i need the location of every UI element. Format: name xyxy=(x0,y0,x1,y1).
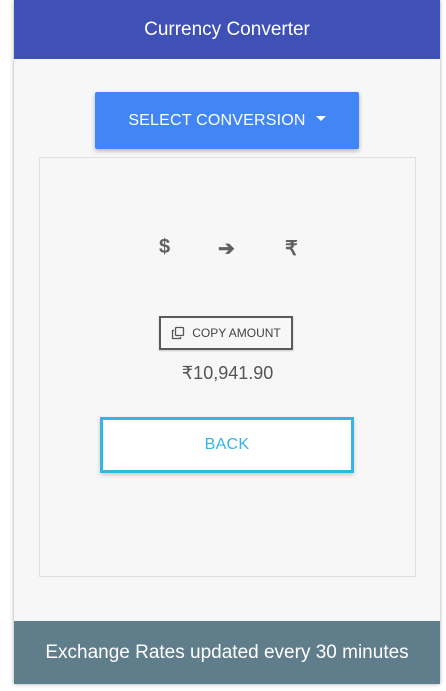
arrow-right-icon: ➔ xyxy=(218,238,235,260)
footer-text: Exchange Rates updated every 30 minutes xyxy=(45,641,409,663)
app-container: Currency Converter SELECT CONVERSION $ ➔… xyxy=(14,0,440,684)
app-footer: Exchange Rates updated every 30 minutes xyxy=(14,621,440,684)
copy-amount-label: COPY AMOUNT xyxy=(192,326,281,340)
copy-icon xyxy=(172,326,185,340)
converted-amount: ₹10,941.90 xyxy=(181,363,274,383)
rupee-icon: ₹ xyxy=(285,238,298,260)
back-button[interactable]: BACK xyxy=(100,417,354,473)
conversion-card: $ ➔ ₹ COPY AMOUNT ₹10,941.90 BACK xyxy=(39,157,416,577)
caret-down-icon xyxy=(315,116,326,121)
app-header: Currency Converter xyxy=(14,0,440,59)
app-title: Currency Converter xyxy=(144,18,310,40)
select-conversion-label: SELECT CONVERSION xyxy=(128,111,306,129)
dollar-icon: $ xyxy=(159,236,171,258)
copy-amount-button[interactable]: COPY AMOUNT xyxy=(159,316,293,350)
back-button-label: BACK xyxy=(204,436,250,453)
select-conversion-button[interactable]: SELECT CONVERSION xyxy=(95,92,359,149)
